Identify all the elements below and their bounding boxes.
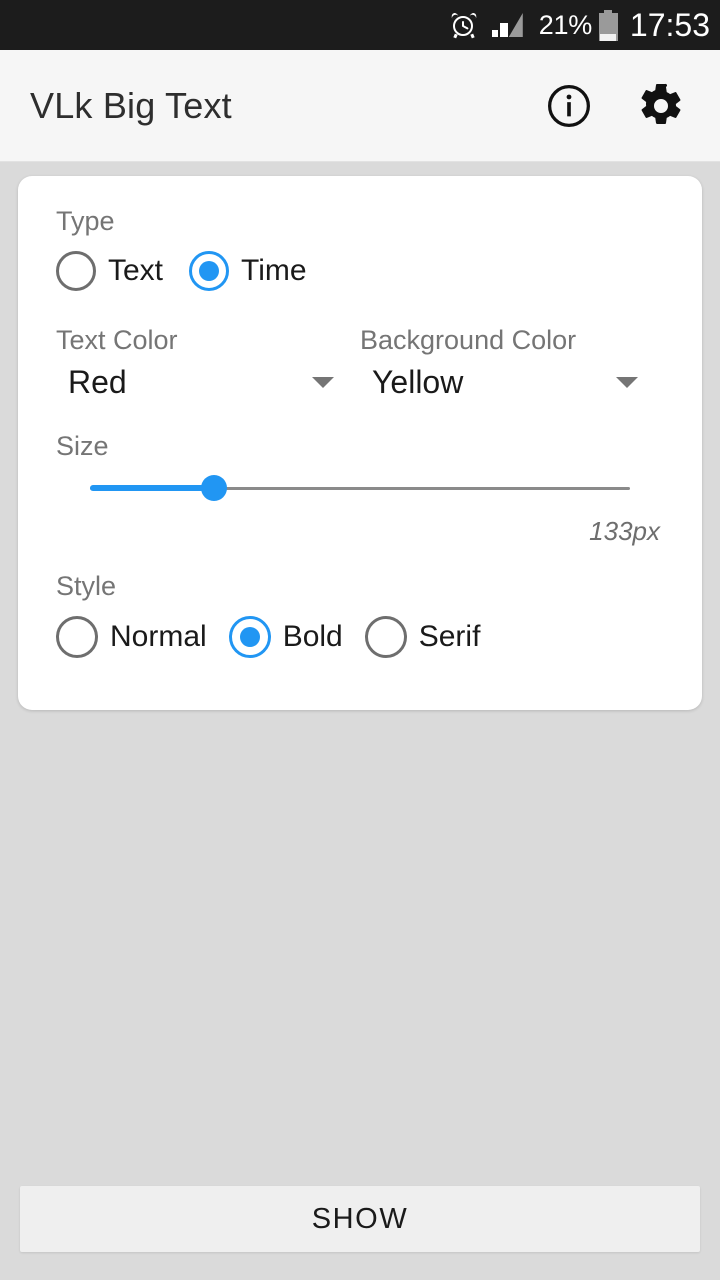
background-color-label: Background Color [360, 325, 577, 355]
chevron-down-icon [616, 377, 638, 388]
text-color-label: Text Color [56, 325, 178, 355]
show-button[interactable]: SHOW [20, 1186, 700, 1252]
status-bar: 21% 17:53 [0, 0, 720, 50]
text-color-group: Text Color Red [56, 325, 360, 401]
slider-thumb[interactable] [201, 475, 228, 501]
status-bar-clock: 17:53 [629, 6, 710, 43]
radio-label-normal: Normal [110, 620, 207, 653]
radio-circle-text[interactable] [56, 251, 96, 291]
style-radio-group: Normal Bold Serif [56, 616, 664, 658]
radio-label-serif: Serif [418, 620, 481, 653]
info-button[interactable] [532, 69, 606, 143]
info-icon [548, 84, 590, 127]
style-section: Style Normal Bold Serif [56, 571, 664, 658]
gear-icon [641, 83, 681, 124]
page-title: VLk Big Text [30, 84, 232, 126]
color-section: Text Color Red Background Color Yellow [56, 325, 664, 401]
type-label: Type [56, 206, 115, 236]
size-section: Size 133px [56, 431, 664, 547]
battery-icon [598, 9, 618, 41]
radio-option-bold[interactable]: Bold [228, 616, 343, 658]
radio-circle-bold[interactable] [228, 616, 271, 658]
radio-circle-time[interactable] [189, 251, 230, 291]
size-value-label: 133px [589, 516, 660, 546]
slider-fill [90, 485, 215, 491]
size-slider[interactable] [90, 462, 630, 514]
radio-option-text[interactable]: Text [56, 251, 163, 291]
text-color-dropdown[interactable]: Red [56, 364, 360, 401]
radio-label-time: Time [241, 254, 307, 287]
background-color-value: Yellow [372, 364, 464, 400]
alarm-clock-icon [450, 11, 478, 39]
radio-label-bold: Bold [282, 620, 343, 653]
status-bar-icons: 21% 17:53 [450, 6, 710, 44]
style-label: Style [56, 571, 117, 601]
size-label: Size [56, 431, 109, 461]
settings-button[interactable] [624, 69, 698, 143]
type-section: Type Text Time [56, 206, 664, 291]
text-color-value: Red [68, 364, 127, 400]
signal-bars-icon [491, 11, 525, 39]
radio-option-serif[interactable]: Serif [364, 616, 481, 658]
background-color-dropdown[interactable]: Yellow [360, 364, 664, 401]
radio-circle-serif[interactable] [364, 616, 407, 658]
radio-option-normal[interactable]: Normal [56, 616, 207, 658]
battery-percent-label: 21% [538, 9, 592, 40]
settings-card: Type Text Time Text Color Red Background… [18, 176, 702, 710]
background-color-group: Background Color Yellow [360, 325, 664, 401]
radio-label-text: Text [108, 254, 164, 287]
radio-option-time[interactable]: Time [189, 251, 307, 291]
radio-circle-normal[interactable] [56, 616, 98, 658]
app-bar: VLk Big Text [0, 50, 720, 162]
chevron-down-icon [312, 377, 334, 388]
type-radio-group: Text Time [56, 251, 664, 291]
